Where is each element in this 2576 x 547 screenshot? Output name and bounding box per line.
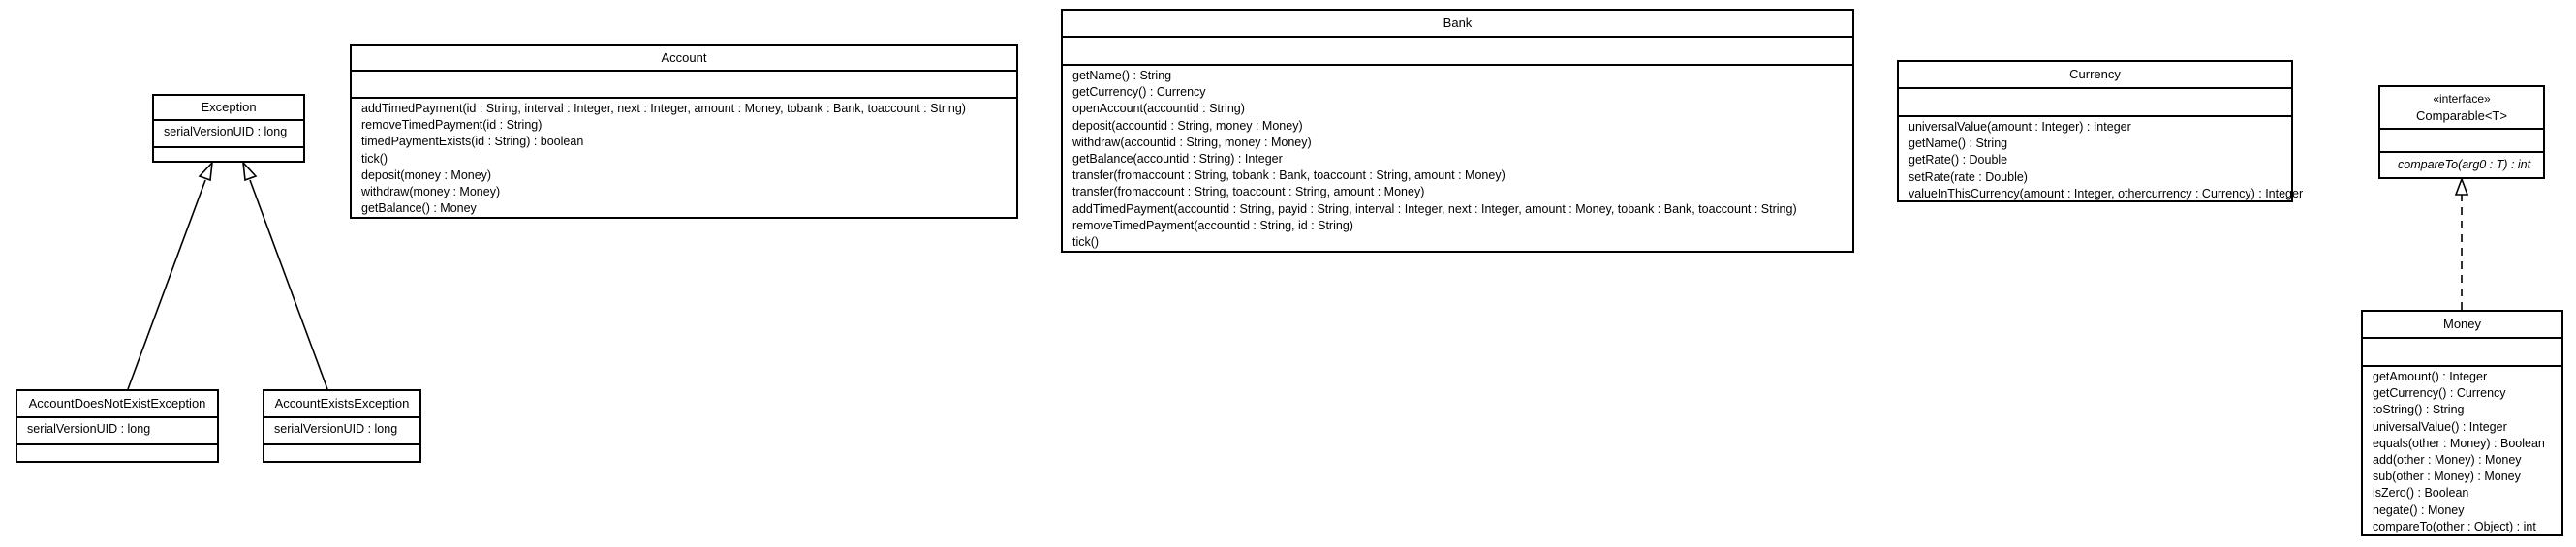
operations-section: getAmount() : Integer getCurrency() : Cu… — [2363, 365, 2561, 535]
operation: add(other : Money) : Money — [2373, 453, 2522, 468]
operation: setRate(rate : Double) — [1909, 169, 2028, 184]
attributes-section — [1063, 36, 1852, 64]
operation: openAccount(accountid : String) — [1072, 102, 1245, 116]
attribute: serialVersionUID : long — [274, 422, 398, 436]
class-name: Account — [661, 50, 707, 65]
operation: valueInThisCurrency(amount : Integer, ot… — [1909, 186, 2304, 200]
operation: toString() : String — [2373, 403, 2465, 417]
operation: withdraw(money : Money) — [361, 185, 501, 199]
attributes-section: serialVersionUID : long — [154, 119, 303, 146]
operation: getCurrency() : Currency — [1072, 85, 1206, 100]
operations-section — [17, 443, 217, 465]
operation: tick() — [361, 151, 388, 166]
operation: negate() : Money — [2373, 502, 2465, 517]
operation: addTimedPayment(accountid : String, payi… — [1072, 201, 1797, 216]
operation: getAmount() : Integer — [2373, 370, 2488, 383]
operation: sub(other : Money) : Money — [2373, 470, 2521, 484]
interface-comparable[interactable]: «interface» Comparable<T> compareTo(arg0… — [2378, 85, 2545, 179]
operation: withdraw(accountid : String, money : Mon… — [1072, 135, 1312, 149]
class-bank[interactable]: Bank getName() : String getCurrency() : … — [1061, 9, 1854, 253]
operation: isZero() : Boolean — [2373, 486, 2469, 501]
generalization-account-does-not-exist-to-exception — [127, 160, 214, 390]
class-name: Exception — [201, 100, 257, 114]
operation: timedPaymentExists(id : String) : boolea… — [361, 135, 584, 149]
operation: transfer(fromaccount : String, tobank : … — [1072, 168, 1505, 183]
operations-section — [264, 443, 419, 465]
operations-section — [154, 146, 303, 167]
class-account[interactable]: Account addTimedPayment(id : String, int… — [350, 44, 1018, 219]
operation: compareTo(other : Object) : int — [2373, 519, 2536, 533]
operation: getBalance(accountid : String) : Integer — [1072, 152, 1283, 167]
class-name: Bank — [1443, 15, 1473, 30]
operation: universalValue(amount : Integer) : Integ… — [1909, 120, 2131, 134]
operation: getCurrency() : Currency — [2373, 386, 2506, 401]
operations-section: universalValue(amount : Integer) : Integ… — [1899, 115, 2304, 202]
operation: transfer(fromaccount : String, toaccount… — [1072, 185, 1425, 199]
operation: getName() : String — [1072, 69, 1172, 82]
operation: getBalance() : Money — [361, 201, 477, 216]
attributes-section: serialVersionUID : long — [17, 416, 217, 443]
class-currency[interactable]: Currency universalValue(amount : Integer… — [1897, 60, 2304, 202]
operations-section: compareTo(arg0 : T) : int — [2380, 151, 2543, 173]
attributes-section — [352, 70, 1016, 97]
attributes-section: serialVersionUID : long — [264, 416, 419, 443]
operation: tick() — [1072, 235, 1100, 250]
class-account-exists-exception[interactable]: AccountExistsException serialVersionUID … — [263, 389, 421, 463]
operations-section: getName() : String getCurrency() : Curre… — [1063, 64, 1852, 251]
operations-section: addTimedPayment(id : String, interval : … — [352, 97, 1016, 217]
class-name: Comparable<T> — [2416, 108, 2507, 123]
operation: addTimedPayment(id : String, interval : … — [361, 102, 966, 115]
attributes-section — [2363, 337, 2561, 365]
attributes-section — [1899, 87, 2291, 115]
operation: removeTimedPayment(accountid : String, i… — [1072, 218, 1353, 232]
attribute: serialVersionUID : long — [27, 422, 151, 436]
class-name: AccountExistsException — [274, 396, 410, 410]
operation: deposit(money : Money) — [361, 167, 492, 182]
operation: deposit(accountid : String, money : Mone… — [1072, 118, 1303, 133]
class-name: Currency — [2069, 67, 2121, 81]
class-money[interactable]: Money getAmount() : Integer getCurrency(… — [2361, 310, 2563, 536]
operation: compareTo(arg0 : T) : int — [2398, 158, 2531, 171]
operation: universalValue() : Integer — [2373, 419, 2507, 434]
realization-money-to-comparable — [2454, 176, 2469, 310]
operation: removeTimedPayment(id : String) — [361, 118, 543, 133]
class-exception[interactable]: Exception serialVersionUID : long — [152, 94, 305, 163]
operation: getRate() : Double — [1909, 153, 2008, 167]
class-name: Money — [2442, 317, 2482, 331]
stereotype-label: «interface» — [2433, 92, 2491, 106]
attributes-section — [2380, 128, 2543, 151]
operation: equals(other : Money) : Boolean — [2373, 436, 2545, 450]
class-account-does-not-exist-exception[interactable]: AccountDoesNotExistException serialVersi… — [16, 389, 219, 463]
generalization-account-exists-to-exception — [241, 160, 328, 390]
attribute: serialVersionUID : long — [164, 125, 288, 138]
operation: getName() : String — [1909, 137, 2008, 151]
class-name: AccountDoesNotExistException — [28, 396, 206, 410]
